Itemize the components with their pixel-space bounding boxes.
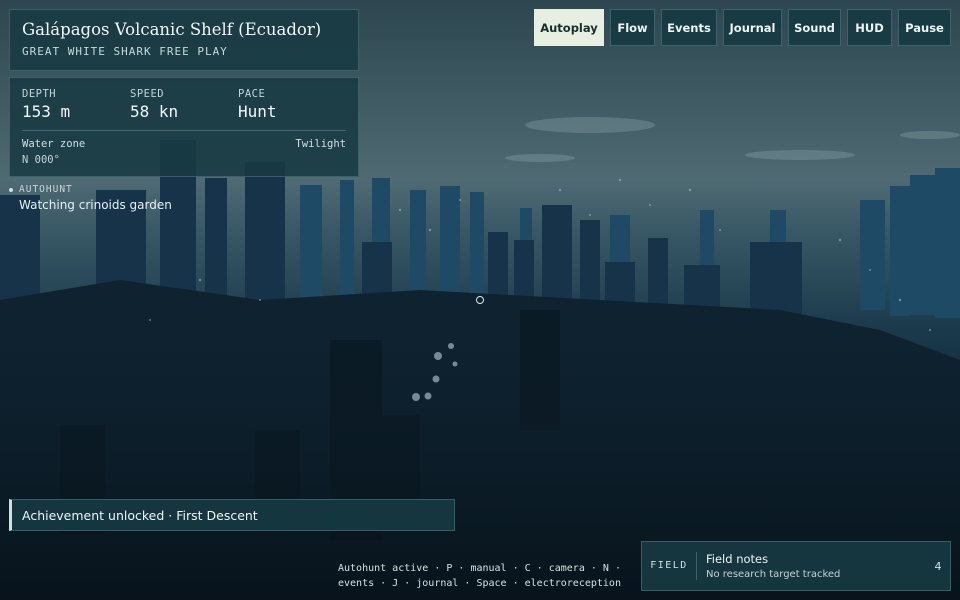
- field-tag: FIELD: [642, 552, 697, 580]
- sound-button[interactable]: Sound: [788, 9, 841, 46]
- depth-label: DEPTH: [22, 88, 57, 100]
- events-button[interactable]: Events: [661, 9, 717, 46]
- hud-button[interactable]: HUD: [847, 9, 892, 46]
- journal-button[interactable]: Journal: [723, 9, 782, 46]
- autohunt-label: AUTOHUNT: [19, 184, 73, 195]
- field-notes-panel[interactable]: FIELD Field notes No research target tra…: [641, 541, 951, 591]
- top-toolbar: Autoplay Flow Events Journal Sound HUD P…: [534, 9, 951, 46]
- keyboard-hints: Autohunt active · P · manual · C · camer…: [338, 561, 628, 591]
- speed-value: 58 kn: [130, 102, 179, 121]
- speed-stat: SPEED 58 kn: [130, 88, 238, 121]
- autohunt-status: AUTOHUNT Watching crinoids garden: [9, 184, 172, 212]
- stats-panel: DEPTH 153 m SPEED 58 kn PACE Hunt Water …: [9, 77, 359, 177]
- water-zone-value: Twilight: [295, 138, 346, 150]
- field-notes-body: Field notes No research target tracked: [697, 552, 926, 580]
- hint-line-1: Autohunt active · P · manual · C · camer…: [338, 563, 621, 574]
- stats-divider: [22, 130, 346, 131]
- location-title: Galápagos Volcanic Shelf (Ecuador): [22, 20, 322, 39]
- field-notes-subtitle: No research target tracked: [706, 569, 841, 580]
- speed-label: SPEED: [130, 88, 165, 100]
- pace-value: Hunt: [238, 102, 277, 121]
- autoplay-button[interactable]: Autoplay: [534, 9, 604, 46]
- pace-label: PACE: [238, 88, 266, 100]
- autohunt-message: Watching crinoids garden: [19, 198, 172, 212]
- depth-stat: DEPTH 153 m: [22, 88, 130, 121]
- field-notes-count: 4: [934, 559, 942, 573]
- water-zone-row: Water zone Twilight: [22, 138, 346, 150]
- field-notes-title: Field notes: [706, 552, 769, 566]
- compass-heading: N 000°: [22, 154, 60, 166]
- flow-button[interactable]: Flow: [610, 9, 655, 46]
- autohunt-tag: AUTOHUNT: [9, 184, 172, 195]
- pause-button[interactable]: Pause: [898, 9, 951, 46]
- hint-line-2: events · J · journal · Space · electrore…: [338, 578, 621, 589]
- achievement-toast: Achievement unlocked · First Descent: [9, 499, 455, 531]
- pace-stat: PACE Hunt: [238, 88, 346, 121]
- water-zone-label: Water zone: [22, 138, 86, 150]
- depth-value: 153 m: [22, 102, 71, 121]
- location-panel: Galápagos Volcanic Shelf (Ecuador) GREAT…: [9, 9, 359, 71]
- stats-row: DEPTH 153 m SPEED 58 kn PACE Hunt: [22, 88, 346, 121]
- status-dot-icon: [9, 187, 13, 192]
- mode-subtitle: GREAT WHITE SHARK FREE PLAY: [22, 45, 228, 58]
